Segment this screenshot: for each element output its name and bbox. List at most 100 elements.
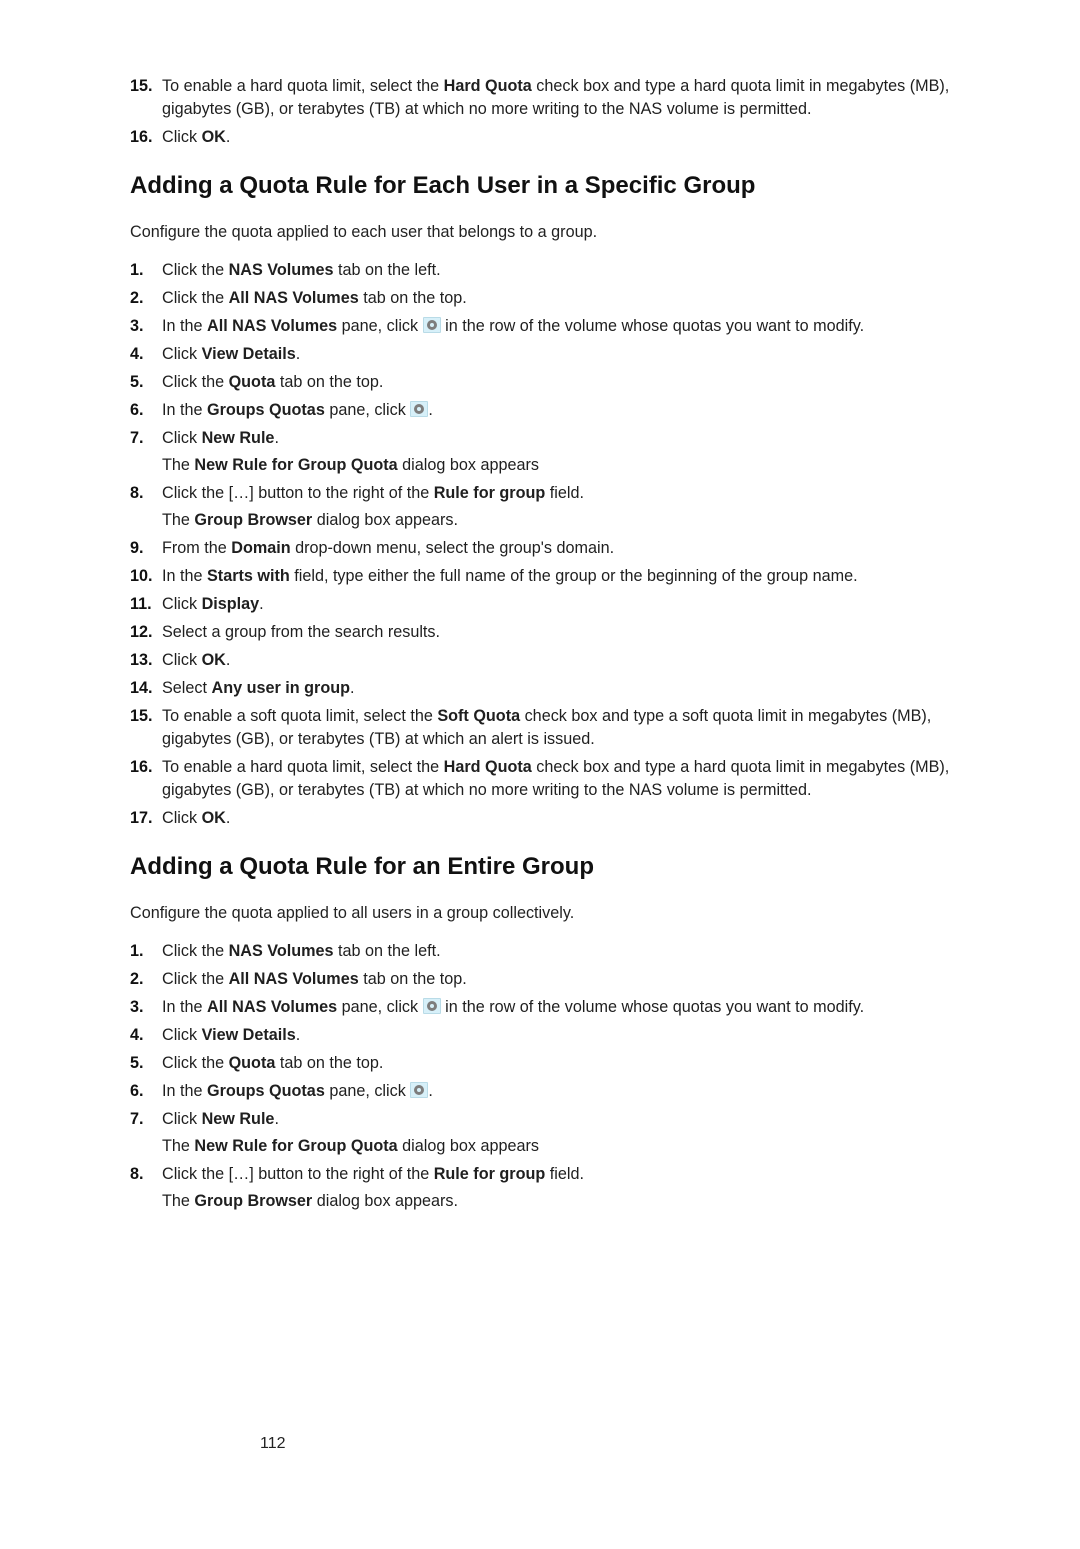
step-body: Click New Rule.	[162, 427, 950, 450]
step-number: 2.	[130, 287, 158, 310]
prior-section-steps-continuation: 15.To enable a hard quota limit, select …	[130, 75, 950, 149]
bold-term: Quota	[229, 1054, 276, 1072]
bold-term: All NAS Volumes	[207, 317, 337, 335]
step-body: Click OK.	[162, 807, 950, 830]
bold-term: Rule for group	[434, 1165, 546, 1183]
section1-intro: Configure the quota applied to each user…	[130, 221, 950, 244]
step-number: 8.	[130, 482, 158, 505]
bold-term: NAS Volumes	[229, 261, 334, 279]
bold-term: NAS Volumes	[229, 942, 334, 960]
list-item: 3.In the All NAS Volumes pane, click in …	[130, 315, 950, 338]
step-number: 14.	[130, 677, 158, 700]
bold-term: Soft Quota	[437, 707, 520, 725]
step-number: 6.	[130, 399, 158, 422]
bold-term: New Rule for Group Quota	[194, 456, 397, 474]
bold-term: View Details	[202, 1026, 296, 1044]
list-item: 14.Select Any user in group.	[130, 677, 950, 700]
step-number: 7.	[130, 1108, 158, 1131]
step-number: 9.	[130, 537, 158, 560]
step-body: Click the All NAS Volumes tab on the top…	[162, 968, 950, 991]
list-item: 15.To enable a soft quota limit, select …	[130, 705, 950, 751]
step-body: Select a group from the search results.	[162, 621, 950, 644]
step-number: 4.	[130, 1024, 158, 1047]
section1-heading: Adding a Quota Rule for Each User in a S…	[130, 169, 950, 203]
step-body: Click View Details.	[162, 343, 950, 366]
step-body: In the All NAS Volumes pane, click in th…	[162, 315, 950, 338]
bold-term: OK	[202, 809, 226, 827]
step-body: Click the NAS Volumes tab on the left.	[162, 940, 950, 963]
step-body: In the Starts with field, type either th…	[162, 565, 950, 588]
step-number: 7.	[130, 427, 158, 450]
step-body: Click OK.	[162, 649, 950, 672]
bold-term: Groups Quotas	[207, 1082, 325, 1100]
step-number: 16.	[130, 756, 158, 779]
list-item: 4.Click View Details.	[130, 1024, 950, 1047]
bold-term: New Rule for Group Quota	[194, 1137, 397, 1155]
bold-term: View Details	[202, 345, 296, 363]
step-body: Select Any user in group.	[162, 677, 950, 700]
list-item: 4.Click View Details.	[130, 343, 950, 366]
gear-icon	[423, 317, 441, 333]
bold-term: Quota	[229, 373, 276, 391]
step-number: 3.	[130, 996, 158, 1019]
bold-term: All NAS Volumes	[207, 998, 337, 1016]
bold-term: Groups Quotas	[207, 401, 325, 419]
list-item: 10.In the Starts with field, type either…	[130, 565, 950, 588]
bold-term: Group Browser	[194, 1192, 312, 1210]
step-body: Click Display.	[162, 593, 950, 616]
page-number: 112	[260, 1433, 286, 1456]
step-body: Click the Quota tab on the top.	[162, 371, 950, 394]
list-item: 11.Click Display.	[130, 593, 950, 616]
step-number: 4.	[130, 343, 158, 366]
step-body: To enable a hard quota limit, select the…	[162, 75, 950, 121]
section2-intro: Configure the quota applied to all users…	[130, 902, 950, 925]
step-number: 2.	[130, 968, 158, 991]
list-item: 7.Click New Rule.The New Rule for Group …	[130, 1108, 950, 1158]
step-body: Click the […] button to the right of the…	[162, 482, 950, 505]
bold-term: Display	[202, 595, 260, 613]
step-body: To enable a hard quota limit, select the…	[162, 756, 950, 802]
bold-term: Any user in group	[212, 679, 351, 697]
list-item: 3.In the All NAS Volumes pane, click in …	[130, 996, 950, 1019]
list-item: 15.To enable a hard quota limit, select …	[130, 75, 950, 121]
list-item: 1.Click the NAS Volumes tab on the left.	[130, 940, 950, 963]
step-number: 12.	[130, 621, 158, 644]
bold-term: All NAS Volumes	[229, 289, 359, 307]
gear-icon	[410, 401, 428, 417]
step-number: 8.	[130, 1163, 158, 1186]
list-item: 8.Click the […] button to the right of t…	[130, 1163, 950, 1213]
step-number: 5.	[130, 371, 158, 394]
bold-term: New Rule	[202, 1110, 275, 1128]
bold-term: Group Browser	[194, 511, 312, 529]
list-item: 2.Click the All NAS Volumes tab on the t…	[130, 968, 950, 991]
section2-heading: Adding a Quota Rule for an Entire Group	[130, 850, 950, 884]
step-number: 15.	[130, 75, 158, 98]
section2-steps: 1.Click the NAS Volumes tab on the left.…	[130, 940, 950, 1213]
bold-term: Rule for group	[434, 484, 546, 502]
step-number: 5.	[130, 1052, 158, 1075]
gear-icon	[410, 1082, 428, 1098]
list-item: 7.Click New Rule. The New Rule for Group …	[130, 427, 950, 477]
step-number: 17.	[130, 807, 158, 830]
step-number: 13.	[130, 649, 158, 672]
bold-term: All NAS Volumes	[229, 970, 359, 988]
step-body: Click the All NAS Volumes tab on the top…	[162, 287, 950, 310]
step-number: 16.	[130, 126, 158, 149]
step-body: Click the […] button to the right of the…	[162, 1163, 950, 1186]
bold-term: Domain	[231, 539, 290, 557]
list-item: 8.Click the […] button to the right of t…	[130, 482, 950, 532]
step-body: Click OK.	[162, 126, 950, 149]
step-body: In the Groups Quotas pane, click .	[162, 1080, 950, 1103]
step-number: 11.	[130, 593, 158, 616]
step-result: The New Rule for Group Quota dialog box …	[162, 454, 950, 477]
bold-term: Hard Quota	[444, 758, 532, 776]
step-number: 15.	[130, 705, 158, 728]
list-item: 13.Click OK.	[130, 649, 950, 672]
step-number: 10.	[130, 565, 158, 588]
step-number: 6.	[130, 1080, 158, 1103]
step-body: Click View Details.	[162, 1024, 950, 1047]
bold-term: Starts with	[207, 567, 290, 585]
gear-icon	[423, 998, 441, 1014]
step-body: Click the NAS Volumes tab on the left.	[162, 259, 950, 282]
list-item: 16.To enable a hard quota limit, select …	[130, 756, 950, 802]
